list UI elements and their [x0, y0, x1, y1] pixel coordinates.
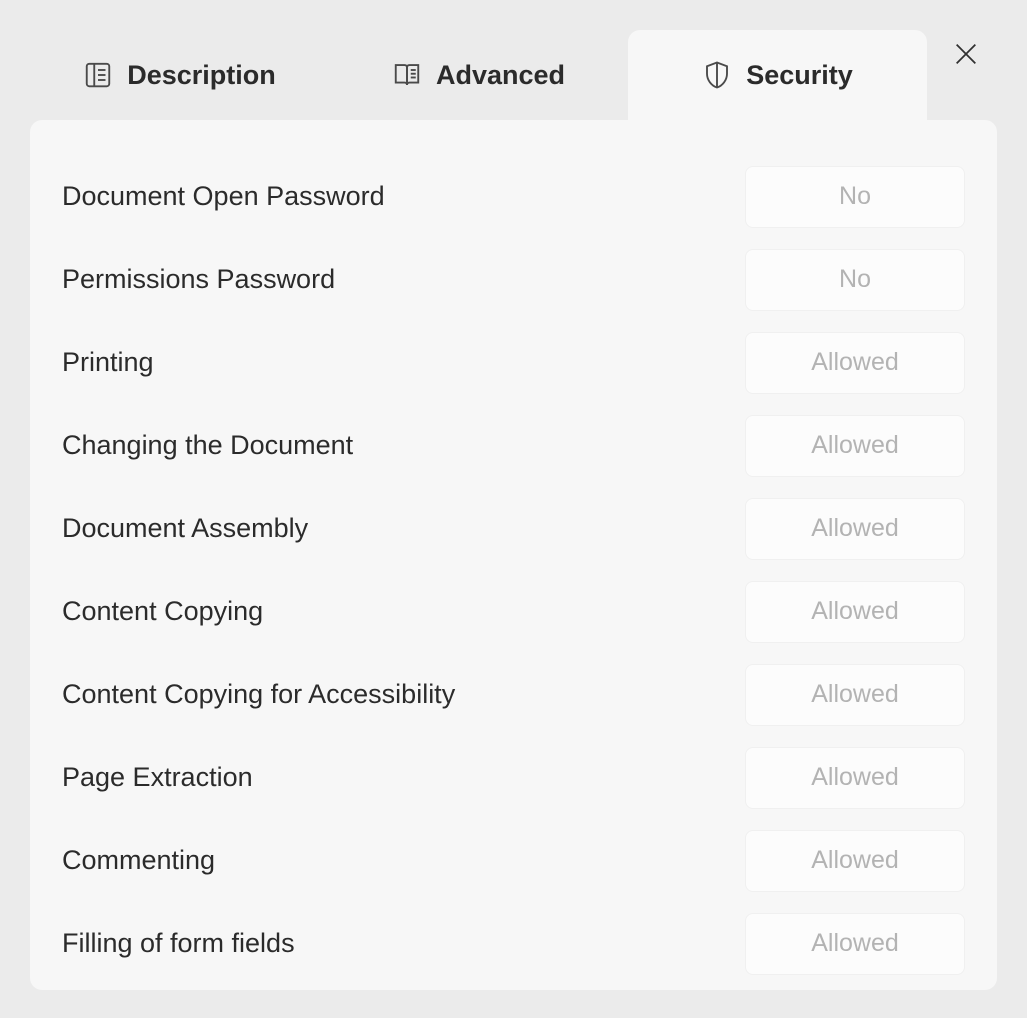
- setting-label: Document Open Password: [62, 181, 385, 212]
- setting-value: Allowed: [745, 332, 965, 394]
- close-icon: [952, 40, 980, 73]
- setting-value: Allowed: [745, 415, 965, 477]
- tab-advanced[interactable]: Advanced: [329, 30, 628, 120]
- setting-value: Allowed: [745, 664, 965, 726]
- tab-description-label: Description: [127, 60, 276, 91]
- setting-value: Allowed: [745, 830, 965, 892]
- tab-bar: Description Advanced Securi: [0, 0, 1027, 120]
- setting-label: Changing the Document: [62, 430, 353, 461]
- tab-security[interactable]: Security: [628, 30, 927, 120]
- shield-icon: [702, 60, 732, 90]
- setting-label: Permissions Password: [62, 264, 335, 295]
- security-panel: Document Open Password No Permissions Pa…: [30, 120, 997, 990]
- setting-row: Permissions Password No: [62, 238, 965, 321]
- description-icon: [83, 60, 113, 90]
- setting-row: Printing Allowed: [62, 321, 965, 404]
- setting-label: Document Assembly: [62, 513, 308, 544]
- setting-row: Document Open Password No: [62, 155, 965, 238]
- tab-advanced-label: Advanced: [436, 60, 565, 91]
- setting-row: Changing the Document Allowed: [62, 404, 965, 487]
- setting-row: Filling of form fields Allowed: [62, 902, 965, 985]
- setting-label: Page Extraction: [62, 762, 253, 793]
- setting-value: No: [745, 249, 965, 311]
- close-button[interactable]: [950, 40, 982, 72]
- book-icon: [392, 60, 422, 90]
- setting-row: Content Copying for Accessibility Allowe…: [62, 653, 965, 736]
- setting-value: Allowed: [745, 498, 965, 560]
- setting-label: Filling of form fields: [62, 928, 295, 959]
- setting-label: Printing: [62, 347, 154, 378]
- document-properties-dialog: Description Advanced Securi: [0, 0, 1027, 1018]
- setting-value: Allowed: [745, 581, 965, 643]
- setting-value: Allowed: [745, 913, 965, 975]
- setting-label: Content Copying: [62, 596, 263, 627]
- setting-value: No: [745, 166, 965, 228]
- setting-value: Allowed: [745, 747, 965, 809]
- setting-row: Commenting Allowed: [62, 819, 965, 902]
- setting-row: Page Extraction Allowed: [62, 736, 965, 819]
- setting-label: Commenting: [62, 845, 215, 876]
- setting-label: Content Copying for Accessibility: [62, 679, 455, 710]
- setting-row: Document Assembly Allowed: [62, 487, 965, 570]
- tab-security-label: Security: [746, 60, 853, 91]
- setting-row: Content Copying Allowed: [62, 570, 965, 653]
- tab-description[interactable]: Description: [30, 30, 329, 120]
